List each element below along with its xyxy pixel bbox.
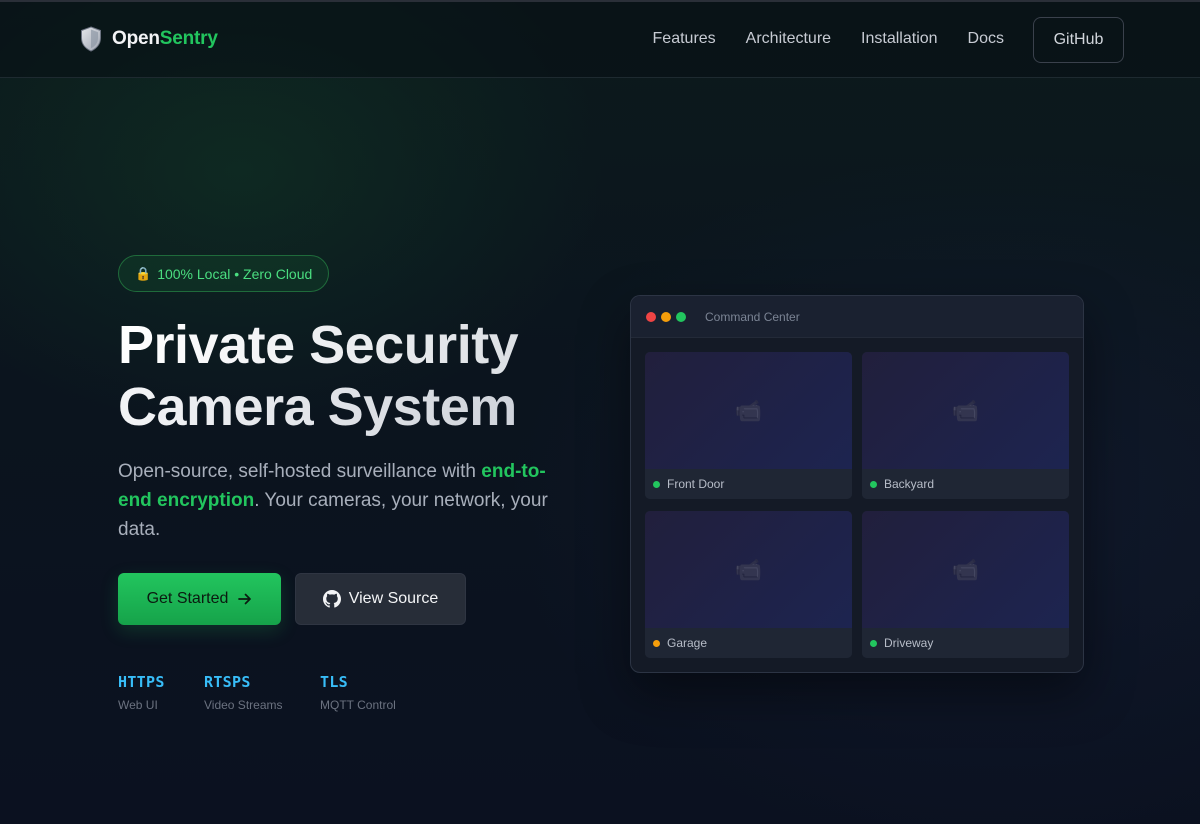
- close-dot-icon: [646, 311, 656, 322]
- camera-name: Backyard: [884, 477, 935, 491]
- hero-description: Open-source, self-hosted surveillance wi…: [118, 457, 573, 544]
- nav-links: Features Architecture Installation Docs: [653, 30, 1004, 48]
- arrow-right-icon: [238, 593, 252, 605]
- hero-title: Private Security Camera System: [118, 314, 588, 438]
- window-title-bar: Command Center: [631, 296, 1083, 338]
- command-center-window: Command Center 📹 Front Door 📹 Backyard 📹: [630, 295, 1084, 673]
- minimize-dot-icon: [661, 311, 671, 322]
- video-camera-icon: 📹: [734, 397, 763, 423]
- hero-title-line1: Private Security: [118, 314, 588, 376]
- camera-name: Front Door: [667, 477, 725, 491]
- video-camera-icon: 📹: [734, 556, 763, 582]
- status-dot-icon: [653, 639, 660, 647]
- brand-name-part1: Open: [112, 28, 160, 49]
- camera-label: Backyard: [862, 469, 1069, 499]
- lock-icon: 🔒: [135, 265, 152, 281]
- protocol-desc: MQTT Control: [320, 698, 396, 712]
- nav-link-installation[interactable]: Installation: [861, 30, 938, 48]
- camera-tile-backyard[interactable]: 📹 Backyard: [862, 352, 1069, 499]
- status-dot-icon: [870, 639, 877, 647]
- window-title: Command Center: [705, 309, 800, 324]
- protocol-https: HTTPS Web UI: [118, 673, 165, 712]
- camera-tile-garage[interactable]: 📹 Garage: [645, 511, 852, 658]
- protocol-desc: Video Streams: [204, 698, 283, 712]
- protocol-tls: TLS MQTT Control: [320, 673, 396, 712]
- github-button[interactable]: GitHub: [1033, 17, 1124, 63]
- get-started-label: Get Started: [146, 590, 229, 607]
- maximize-dot-icon: [676, 311, 686, 322]
- status-dot-icon: [870, 480, 877, 488]
- view-source-label: View Source: [348, 590, 439, 607]
- camera-feed: 📹: [645, 511, 852, 628]
- brand-logo-link[interactable]: OpenSentry: [80, 26, 218, 52]
- brand-name: OpenSentry: [112, 28, 218, 50]
- top-navigation: OpenSentry Features Architecture Install…: [0, 2, 1200, 78]
- shield-icon: [81, 26, 101, 52]
- protocol-name: HTTPS: [118, 673, 165, 691]
- nav-link-docs[interactable]: Docs: [968, 30, 1004, 48]
- github-icon: [322, 590, 341, 608]
- brand-name-part2: Sentry: [159, 28, 218, 49]
- get-started-button[interactable]: Get Started: [118, 573, 281, 625]
- status-dot-icon: [653, 480, 660, 488]
- video-camera-icon: 📹: [951, 556, 980, 582]
- badge-text: 100% Local • Zero Cloud: [157, 265, 313, 282]
- camera-label: Garage: [645, 628, 852, 658]
- camera-feed: 📹: [862, 352, 1069, 469]
- protocol-name: RTSPS: [204, 673, 251, 691]
- local-badge: 🔒 100% Local • Zero Cloud: [118, 255, 330, 292]
- hero-title-line2: Camera System: [118, 376, 588, 438]
- camera-label: Driveway: [862, 628, 1069, 658]
- camera-feed: 📹: [862, 511, 1069, 628]
- nav-link-architecture[interactable]: Architecture: [746, 30, 831, 48]
- hero-desc-before: Open-source, self-hosted surveillance wi…: [118, 461, 482, 482]
- protocol-rtsps: RTSPS Video Streams: [204, 673, 283, 712]
- video-camera-icon: 📹: [951, 397, 980, 423]
- camera-name: Driveway: [884, 636, 934, 650]
- protocol-desc: Web UI: [118, 698, 158, 712]
- view-source-button[interactable]: View Source: [295, 573, 466, 625]
- camera-feed: 📹: [645, 352, 852, 469]
- camera-tile-driveway[interactable]: 📹 Driveway: [862, 511, 1069, 658]
- nav-link-features[interactable]: Features: [653, 30, 716, 48]
- camera-tile-front-door[interactable]: 📹 Front Door: [645, 352, 852, 499]
- camera-grid: 📹 Front Door 📹 Backyard 📹 Garage 📹 Drive…: [645, 352, 1069, 658]
- camera-label: Front Door: [645, 469, 852, 499]
- camera-name: Garage: [667, 636, 708, 650]
- protocol-name: TLS: [320, 673, 348, 691]
